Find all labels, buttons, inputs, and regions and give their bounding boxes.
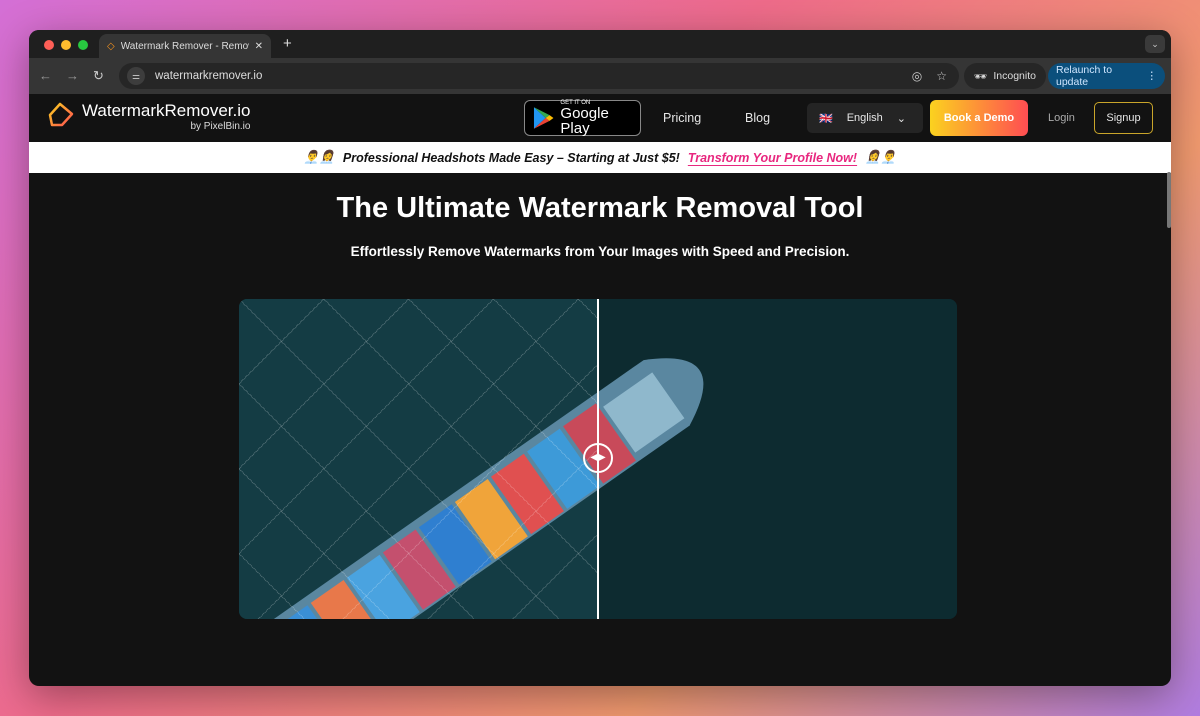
incognito-label: Incognito bbox=[993, 70, 1036, 82]
promo-text: Professional Headshots Made Easy – Start… bbox=[342, 150, 680, 165]
reload-icon[interactable]: ↻ bbox=[93, 68, 104, 84]
minimize-window-button[interactable] bbox=[61, 40, 71, 50]
uk-flag-icon: 🇬🇧 bbox=[819, 112, 833, 125]
tab-bar: ◇ Watermark Remover - Remove Watermarks … bbox=[29, 30, 1171, 58]
back-icon[interactable]: ← bbox=[39, 68, 52, 83]
site-info-icon[interactable]: ⚌ bbox=[127, 67, 145, 85]
hero-title: The Ultimate Watermark Removal Tool bbox=[336, 192, 864, 224]
favicon-icon: ◇ bbox=[107, 40, 115, 52]
language-label: English bbox=[846, 112, 883, 124]
google-play-button[interactable]: GET IT ON Google Play bbox=[524, 100, 641, 136]
signup-button[interactable]: Signup bbox=[1094, 102, 1153, 134]
gplay-main: Google Play bbox=[560, 105, 609, 137]
window-controls bbox=[44, 40, 88, 50]
browser-tab[interactable]: ◇ Watermark Remover - Remove Watermarks … bbox=[99, 34, 271, 58]
tab-title: Watermark Remover - Remove Watermarks bbox=[120, 40, 249, 52]
language-select[interactable]: 🇬🇧 English ⌄ bbox=[807, 103, 923, 133]
login-link[interactable]: Login bbox=[1048, 112, 1075, 124]
new-tab-button[interactable]: + bbox=[283, 35, 292, 52]
browser-window: ◇ Watermark Remover - Remove Watermarks … bbox=[29, 30, 1171, 686]
bookmark-star-icon[interactable]: ☆ bbox=[936, 69, 947, 83]
incognito-icon: 🕶 bbox=[974, 70, 988, 83]
maximize-window-button[interactable] bbox=[78, 40, 88, 50]
logo-by: by PixelBin.io bbox=[190, 121, 251, 132]
slider-handle-icon[interactable]: ◀▶ bbox=[583, 443, 613, 473]
logo[interactable]: WatermarkRemover.io by PixelBin.io bbox=[46, 101, 250, 132]
eraser-logo-icon bbox=[48, 102, 74, 127]
url-text: watermarkremover.io bbox=[155, 70, 263, 82]
logo-name: WatermarkRemover.io bbox=[82, 101, 251, 120]
watermark-overlay bbox=[239, 299, 598, 619]
tab-search-button[interactable]: ⌄ bbox=[1145, 35, 1165, 53]
address-bar[interactable]: ⚌ watermarkremover.io ◎ ☆ bbox=[119, 63, 959, 89]
relaunch-label: Relaunch to update bbox=[1056, 64, 1113, 88]
site-header: WatermarkRemover.io by PixelBin.io GET IT… bbox=[29, 94, 1171, 142]
hero-subtitle: Effortlessly Remove Watermarks from Your… bbox=[350, 244, 850, 259]
nav-pricing[interactable]: Pricing bbox=[663, 111, 701, 125]
close-tab-icon[interactable]: ✕ bbox=[255, 41, 263, 52]
before-after-slider[interactable]: ◀▶ bbox=[239, 299, 957, 619]
forward-icon[interactable]: → bbox=[66, 68, 79, 83]
close-window-button[interactable] bbox=[44, 40, 54, 50]
nav-blog[interactable]: Blog bbox=[745, 111, 770, 125]
relaunch-button[interactable]: Relaunch to update ⋮ bbox=[1048, 63, 1165, 89]
incognito-indicator[interactable]: 🕶 Incognito bbox=[964, 63, 1046, 89]
promo-link[interactable]: Transform Your Profile Now! bbox=[688, 151, 857, 165]
menu-dots-icon[interactable]: ⋮ bbox=[1147, 70, 1158, 82]
book-demo-button[interactable]: Book a Demo bbox=[930, 100, 1028, 136]
headshot-emoji-right: 👩‍💼👨‍💼 bbox=[865, 150, 897, 164]
promo-banner: 👨‍💼👩‍💼 Professional Headshots Made Easy … bbox=[29, 142, 1171, 173]
chevron-down-icon: ⌄ bbox=[896, 112, 906, 125]
headshot-emoji-left: 👨‍💼👩‍💼 bbox=[303, 150, 335, 164]
google-play-icon bbox=[533, 107, 554, 129]
browser-toolbar: ← → ↻ ⚌ watermarkremover.io ◎ ☆ 🕶 Incognit… bbox=[29, 58, 1171, 94]
eye-off-icon[interactable]: ◎ bbox=[912, 69, 922, 83]
